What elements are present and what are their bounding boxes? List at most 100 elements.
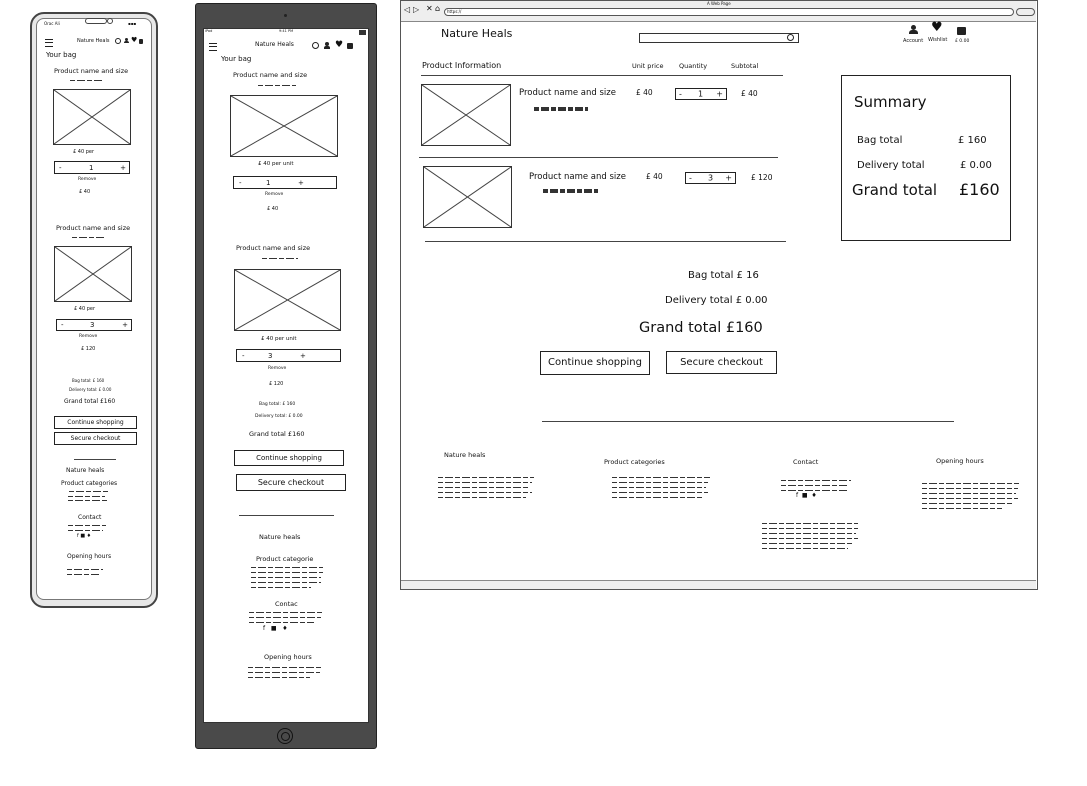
wishlist-label[interactable]: Wishlist <box>928 37 947 43</box>
search-icon[interactable] <box>787 34 794 41</box>
minus-icon[interactable]: - <box>239 179 242 187</box>
desktop-product1-name: Product name and size <box>519 88 616 98</box>
desktop-footer-contact-text <box>781 480 851 481</box>
minus-icon[interactable]: - <box>679 90 682 99</box>
phone-product2-name: Product name and size <box>56 224 131 232</box>
address-bar[interactable]: https:// <box>444 8 1014 16</box>
bag-icon[interactable] <box>347 43 353 49</box>
desktop-footer-contact-text <box>762 528 858 529</box>
phone-continue-shopping-button[interactable]: Continue shopping <box>54 416 137 429</box>
phone-product2-remove[interactable]: Remove <box>79 334 97 339</box>
desktop-secure-checkout-button[interactable]: Secure checkout <box>666 351 777 374</box>
desktop-product1-qty-stepper[interactable]: - 1 + <box>675 88 727 100</box>
bag-total-label[interactable]: £ 0.00 <box>955 39 969 44</box>
tablet-product1-qty[interactable]: 1 <box>266 179 270 187</box>
browser-menu-button[interactable] <box>1016 8 1035 16</box>
header-unit-price: Unit price <box>632 62 664 70</box>
back-icon[interactable]: ◁ <box>404 5 410 14</box>
plus-icon[interactable]: + <box>725 174 732 183</box>
phone-footer-categories-text <box>68 500 108 501</box>
tablet-footer-categories: Product categorie <box>256 555 314 563</box>
phone-footer-brand: Nature heals <box>66 467 105 474</box>
summary-bag-label: Bag total <box>857 135 903 146</box>
home-icon[interactable]: ⌂ <box>435 4 440 13</box>
phone-product1-qty-stepper[interactable]: - 1 + <box>54 161 130 174</box>
account-icon[interactable] <box>909 25 918 35</box>
tablet-home-button[interactable] <box>277 728 293 744</box>
desktop-footer-categories-text <box>612 477 710 478</box>
wishlist-icon[interactable]: ♥ <box>335 40 343 50</box>
plus-icon[interactable]: + <box>120 164 126 172</box>
desktop-footer-brand: Nature heals <box>444 451 486 459</box>
tablet-footer-categories-text <box>251 572 323 573</box>
desktop-footer-categories-text <box>612 497 702 498</box>
desktop-product2-qty-stepper[interactable]: - 3 + <box>685 172 736 184</box>
desktop-footer-contact: Contact <box>793 458 819 466</box>
plus-icon[interactable]: + <box>300 352 306 360</box>
phone-product1-subtotal: £ 40 <box>79 189 91 195</box>
account-label[interactable]: Account <box>903 38 923 44</box>
desktop-product2-subtotal: £ 120 <box>751 173 773 182</box>
account-icon[interactable] <box>124 38 129 44</box>
header-subtotal: Subtotal <box>731 62 759 70</box>
phone-brand[interactable]: Nature Heals <box>77 38 109 44</box>
desktop-bag-total: Bag total £ 16 <box>688 270 759 281</box>
bag-icon[interactable] <box>957 27 966 35</box>
tablet-brand[interactable]: Nature Heals <box>255 41 294 48</box>
tablet-secure-checkout-button[interactable]: Secure checkout <box>236 474 346 491</box>
forward-icon[interactable]: ▷ <box>413 5 419 14</box>
phone-status-icons: ▪▪▪ <box>128 21 137 26</box>
plus-icon[interactable]: + <box>298 179 304 187</box>
search-icon[interactable] <box>115 38 121 44</box>
tablet-product1-name: Product name and size <box>233 71 308 79</box>
desktop-footer-hours-text <box>922 483 1019 484</box>
phone-social-icons[interactable]: f ■ ♦ <box>77 533 91 539</box>
tablet-social-icons[interactable]: f ■ ♦ <box>263 625 288 632</box>
minus-icon[interactable]: - <box>242 352 245 360</box>
close-icon[interactable]: ✕ <box>426 4 433 13</box>
tablet-product1-remove[interactable]: Remove <box>265 192 283 197</box>
minus-icon[interactable]: - <box>59 164 62 172</box>
search-icon[interactable] <box>312 42 319 49</box>
tablet-footer-hours-text <box>248 672 320 673</box>
wishlist-icon[interactable]: ♥ <box>931 20 943 35</box>
tablet-product2-remove[interactable]: Remove <box>268 366 286 371</box>
phone-footer-hours-text <box>67 569 103 570</box>
phone-grand-total: Grand total £160 <box>64 398 116 405</box>
account-icon[interactable] <box>324 42 330 49</box>
phone-secure-checkout-button[interactable]: Secure checkout <box>54 432 137 445</box>
search-input[interactable] <box>639 33 799 43</box>
minus-icon[interactable]: - <box>61 321 64 329</box>
phone-footer-contact-text <box>68 525 106 526</box>
tablet-product1-qty-stepper[interactable]: - 1 + <box>233 176 337 189</box>
desktop-brand[interactable]: Nature Heals <box>441 27 512 40</box>
wishlist-icon[interactable]: ♥ <box>131 36 137 44</box>
tablet-continue-shopping-button[interactable]: Continue shopping <box>234 450 344 466</box>
desktop-grand-total: Grand total £160 <box>639 320 763 336</box>
plus-icon[interactable]: + <box>122 321 128 329</box>
desktop-continue-shopping-button[interactable]: Continue shopping <box>540 351 650 375</box>
phone-product1-qty[interactable]: 1 <box>89 164 93 172</box>
bag-icon[interactable] <box>139 39 143 44</box>
phone-product1-remove[interactable]: Remove <box>78 177 96 182</box>
menu-icon[interactable] <box>45 39 53 47</box>
desktop-footer-contact-text <box>762 543 854 544</box>
desktop-footer-contact-text <box>762 533 856 534</box>
phone-product1-price: £ 40 per <box>73 149 95 155</box>
desktop-footer-brand-text <box>438 482 532 483</box>
desktop-product2-qty[interactable]: 3 <box>708 174 713 183</box>
phone-product2-qty-stepper[interactable]: - 3 + <box>56 319 132 331</box>
desktop-product1-qty[interactable]: 1 <box>698 90 703 99</box>
phone-footer-hours: Opening hours <box>67 553 112 560</box>
plus-icon[interactable]: + <box>716 90 723 99</box>
phone-product2-subtotal: £ 120 <box>81 346 96 352</box>
tablet-product2-qty-stepper[interactable]: - 3 + <box>236 349 341 362</box>
minus-icon[interactable]: - <box>689 174 692 183</box>
phone-bag-total: Bag total: £ 160 <box>72 378 105 383</box>
tablet-product2-qty[interactable]: 3 <box>268 352 272 360</box>
phone-product2-qty[interactable]: 3 <box>90 321 94 329</box>
battery-icon <box>359 30 366 35</box>
desktop-social-icons[interactable]: f ■ ♦ <box>796 492 817 499</box>
address-bar-url[interactable]: https:// <box>447 9 461 14</box>
menu-icon[interactable] <box>209 43 217 51</box>
